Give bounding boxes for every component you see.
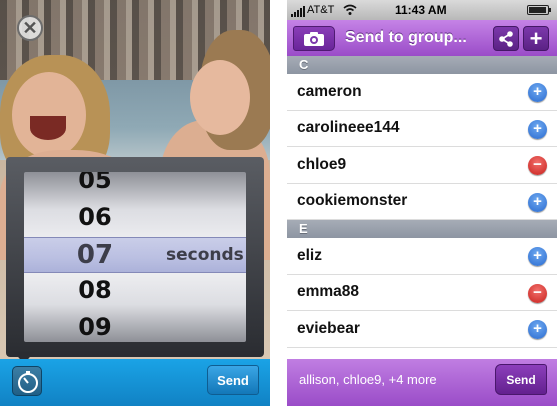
status-bar: AT&T 11:43 AM xyxy=(287,0,557,20)
photo-screen: ✕ 05 06 08 09 07 seconds Send xyxy=(0,0,270,406)
list-item[interactable]: eliz + xyxy=(287,238,557,275)
picker-row[interactable]: 05 xyxy=(24,172,246,198)
share-button[interactable] xyxy=(493,26,519,51)
screen-divider xyxy=(270,0,287,406)
timer-icon xyxy=(18,371,38,393)
picker-row[interactable]: 06 xyxy=(24,199,246,235)
share-icon xyxy=(499,30,513,47)
send-to-group-screen: AT&T 11:43 AM Send to group... + C camer… xyxy=(287,0,557,406)
list-item[interactable]: cameron + xyxy=(287,74,557,111)
add-contact-icon[interactable]: + xyxy=(528,320,547,339)
picker-value: 05 xyxy=(78,172,112,194)
close-icon[interactable]: ✕ xyxy=(17,15,43,41)
list-item[interactable]: emma88 − xyxy=(287,275,557,311)
contact-name: chloe9 xyxy=(297,155,347,173)
list-item[interactable]: chloe9 − xyxy=(287,147,557,184)
send-button[interactable]: Send xyxy=(495,364,547,395)
contact-name: cookiemonster xyxy=(297,192,408,210)
selected-recipients: allison, chloe9, +4 more xyxy=(299,372,437,387)
picker-value: 09 xyxy=(78,313,112,341)
list-item[interactable]: carolineee144 + xyxy=(287,111,557,147)
add-contact-icon[interactable]: + xyxy=(528,83,547,102)
add-contact-icon[interactable]: + xyxy=(528,119,547,139)
photo-subject xyxy=(190,60,250,135)
list-item[interactable]: cookiemonster + xyxy=(287,184,557,220)
contact-list[interactable]: C cameron + carolineee144 + chloe9 − coo… xyxy=(287,56,557,348)
picker-selected-row[interactable]: 07 seconds xyxy=(24,237,246,273)
page-title: Send to group... xyxy=(345,29,467,46)
add-contact-icon[interactable]: + xyxy=(528,192,547,212)
section-header: C xyxy=(287,56,557,74)
add-contact-icon[interactable]: + xyxy=(528,247,547,266)
clock: 11:43 AM xyxy=(395,3,447,17)
timer-button[interactable] xyxy=(12,366,42,396)
contact-name: cameron xyxy=(297,82,362,100)
picker-row[interactable]: 08 xyxy=(24,272,246,308)
camera-icon xyxy=(304,31,324,46)
send-button[interactable]: Send xyxy=(207,365,259,395)
picker-unit-label: seconds xyxy=(166,245,244,265)
signal-icon xyxy=(291,6,305,17)
battery-icon xyxy=(527,5,551,15)
contact-name: carolineee144 xyxy=(297,119,400,137)
list-item[interactable]: eviebear + xyxy=(287,311,557,348)
picker-value: 06 xyxy=(78,203,112,231)
contact-name: eliz xyxy=(297,246,322,264)
picker-row[interactable]: 09 xyxy=(24,309,246,342)
carrier-label: AT&T xyxy=(307,4,335,16)
wifi-icon xyxy=(343,4,357,15)
remove-contact-icon[interactable]: − xyxy=(528,283,547,303)
photo-subject xyxy=(30,116,66,140)
contact-name: emma88 xyxy=(297,283,360,301)
camera-back-button[interactable] xyxy=(293,26,335,51)
picker-value: 08 xyxy=(78,276,112,304)
photo-subject xyxy=(12,72,86,158)
picker-selected-value: 07 xyxy=(76,240,114,270)
section-header: E xyxy=(287,220,557,238)
remove-contact-icon[interactable]: − xyxy=(528,156,547,175)
contact-name: eviebear xyxy=(297,319,360,337)
add-icon[interactable]: + xyxy=(523,26,549,51)
navigation-bar: Send to group... + xyxy=(287,20,557,56)
